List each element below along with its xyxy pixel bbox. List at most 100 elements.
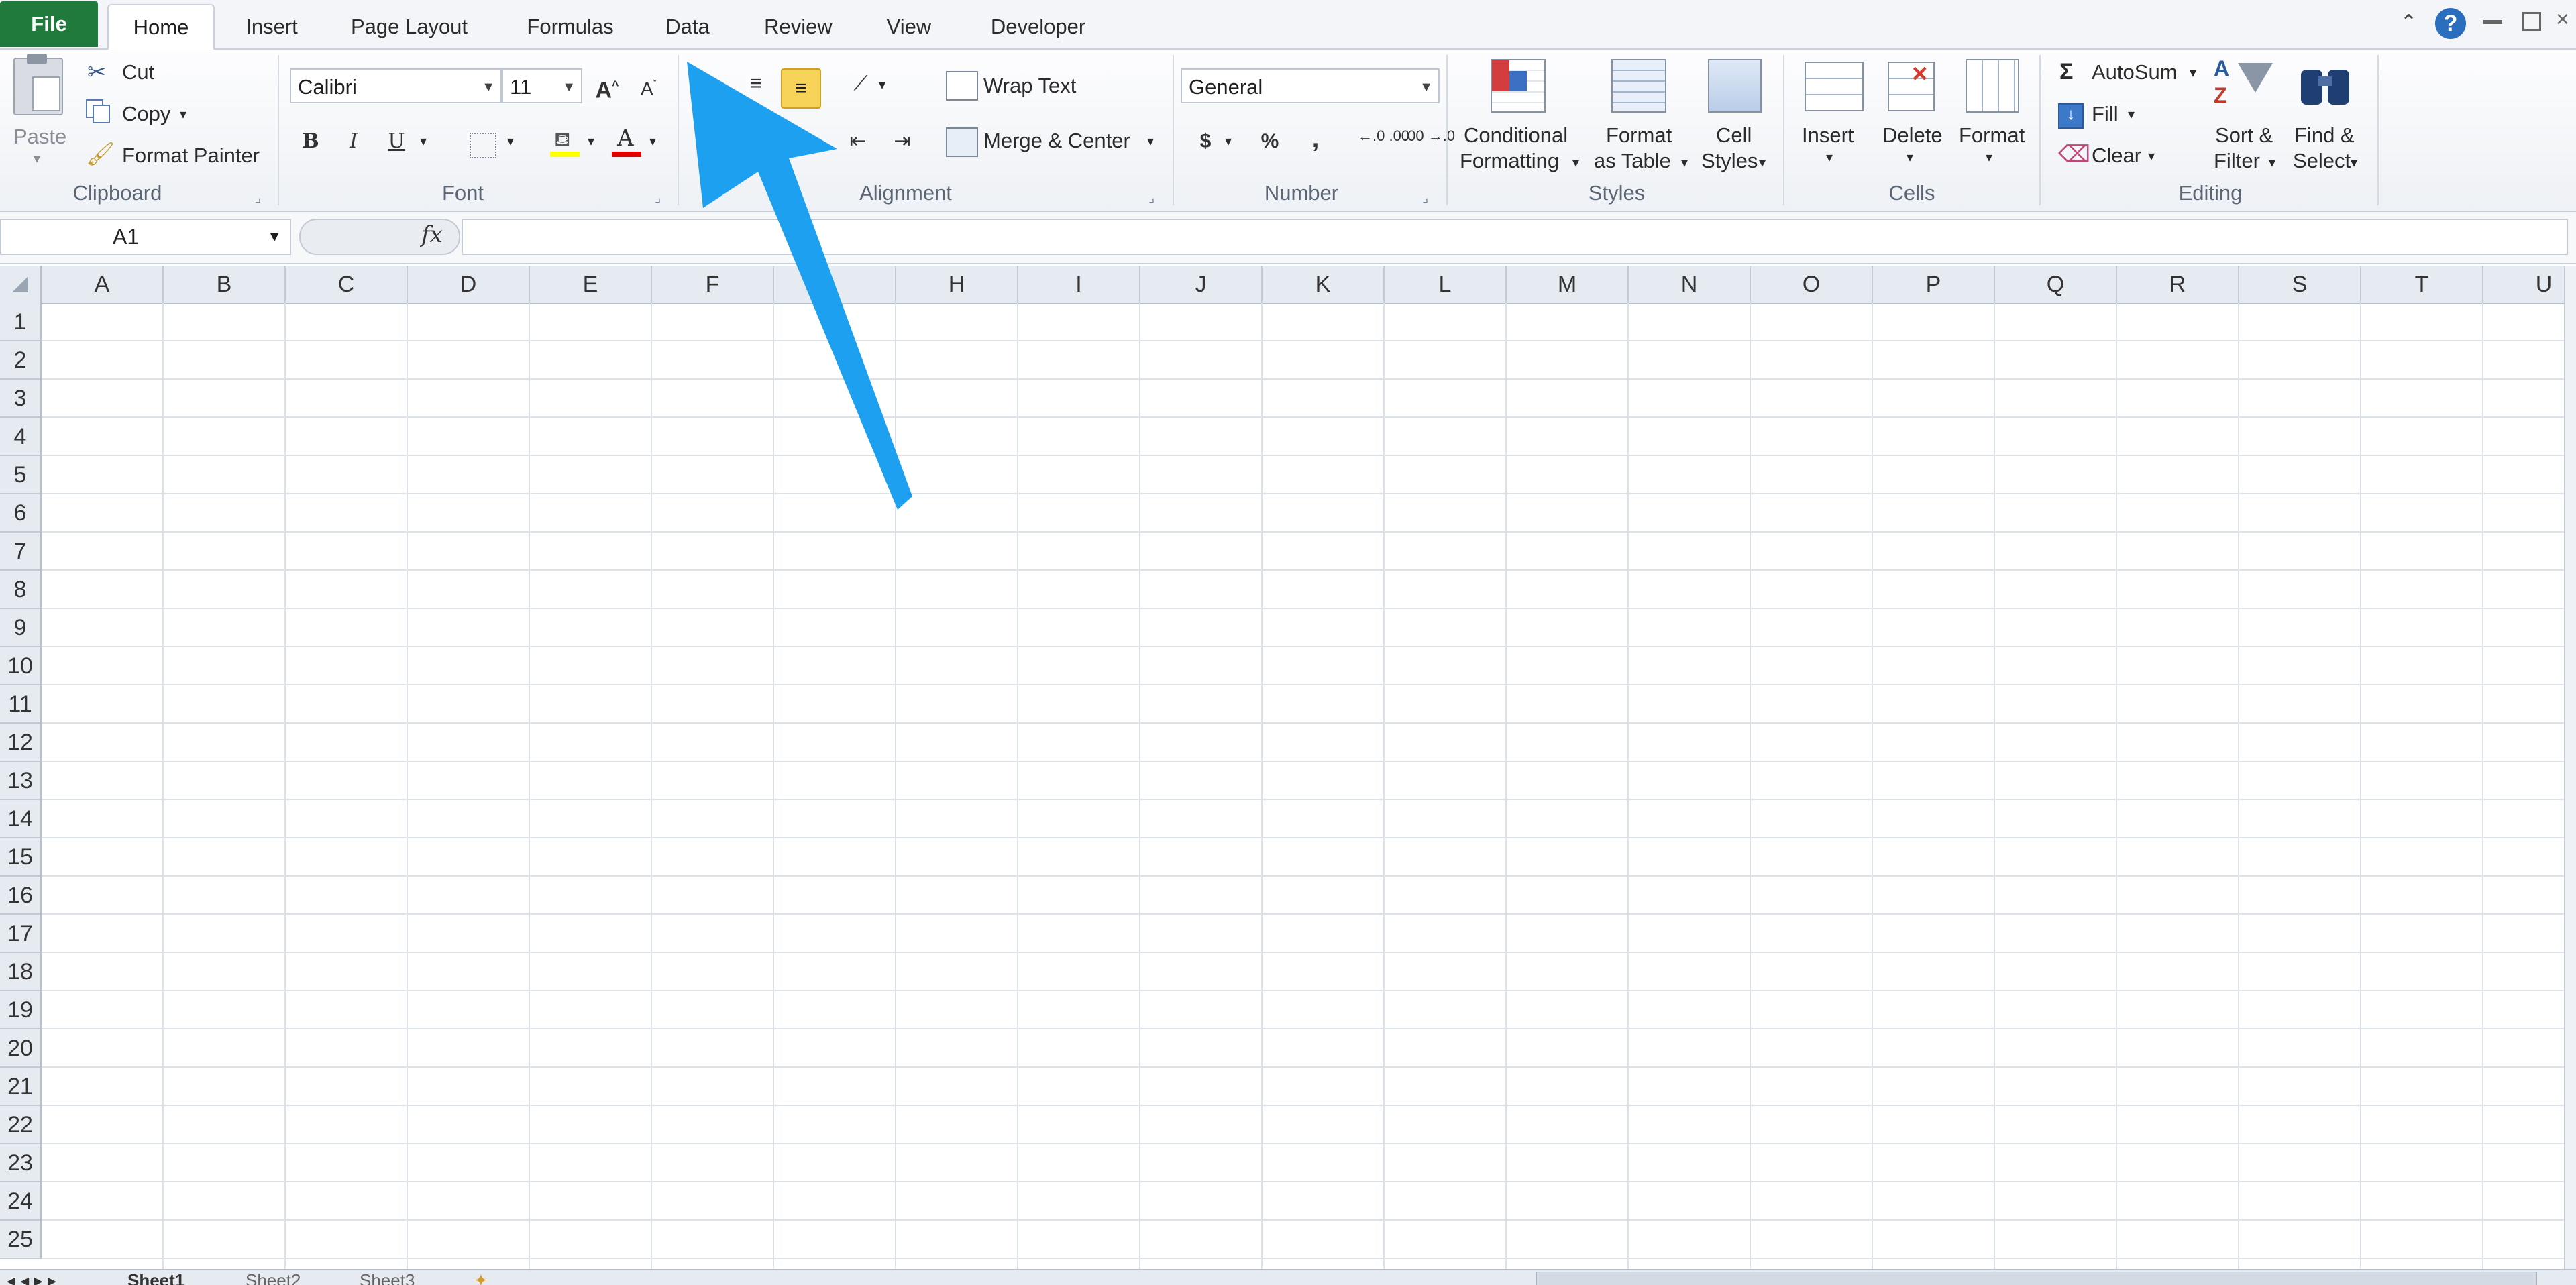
column-header[interactable] [774, 266, 896, 303]
column-header[interactable]: U [2483, 266, 2576, 303]
row-header[interactable]: 25 [0, 1221, 40, 1259]
clipboard-dialog-launcher-icon[interactable]: ⌟ [255, 189, 261, 206]
merge-center-button[interactable]: Merge & Center [983, 129, 1130, 153]
underline-button[interactable]: U [378, 123, 415, 160]
sort-filter-label-2[interactable]: Filter [2214, 149, 2260, 173]
formula-input[interactable] [462, 219, 2568, 255]
column-header[interactable]: Q [1995, 266, 2117, 303]
orientation-icon[interactable]: ⟋ [843, 66, 879, 102]
column-header[interactable]: N [1629, 266, 1751, 303]
delete-button[interactable]: Delete [1882, 123, 1943, 148]
cut-button[interactable]: Cut [122, 60, 154, 85]
row-header[interactable]: 24 [0, 1182, 40, 1221]
column-header[interactable]: P [1873, 266, 1995, 303]
insert-sheet-icon[interactable]: ✦ [474, 1270, 514, 1285]
italic-button[interactable]: I [335, 123, 372, 160]
row-header[interactable]: 12 [0, 724, 40, 762]
find-select-label-2[interactable]: Select [2293, 149, 2351, 173]
row-header[interactable]: 15 [0, 838, 40, 877]
row-header[interactable]: 14 [0, 800, 40, 838]
vertical-scrollbar[interactable] [2564, 266, 2576, 1272]
alignment-dialog-launcher-icon[interactable]: ⌟ [1148, 189, 1155, 206]
align-left-icon[interactable]: ≣ [692, 123, 729, 160]
format-as-table-label-2[interactable]: as Table [1594, 149, 1671, 173]
window-restore-icon[interactable] [2522, 12, 2541, 31]
clear-dropdown-icon[interactable]: ▾ [2148, 148, 2155, 164]
name-box[interactable]: A1 ▼ [0, 219, 291, 255]
tab-page-layout[interactable]: Page Layout [335, 7, 483, 47]
find-select-label[interactable]: Find & [2294, 123, 2355, 148]
tab-view[interactable]: View [872, 7, 946, 47]
fill-color-icon[interactable]: ⛾ [550, 127, 580, 157]
format-painter-button[interactable]: Format Painter [122, 144, 260, 168]
row-header[interactable]: 9 [0, 609, 40, 647]
row-header[interactable]: 11 [0, 685, 40, 724]
currency-dropdown-icon[interactable]: ▾ [1225, 133, 1232, 150]
column-header[interactable]: E [530, 266, 652, 303]
row-header[interactable]: 16 [0, 877, 40, 915]
merge-center-dropdown-icon[interactable]: ▾ [1147, 133, 1154, 150]
column-header[interactable]: J [1140, 266, 1263, 303]
paste-label[interactable]: Paste [13, 125, 66, 149]
column-header[interactable]: T [2361, 266, 2483, 303]
increase-decimal-button[interactable]: ←.0 .00 [1358, 127, 1409, 145]
column-header[interactable]: B [164, 266, 286, 303]
row-header[interactable]: 21 [0, 1068, 40, 1106]
fill-button[interactable]: Fill [2092, 102, 2118, 126]
increase-indent-icon[interactable]: ⇥ [884, 123, 920, 160]
tab-developer[interactable]: Developer [973, 7, 1104, 47]
minimize-ribbon-icon[interactable]: ⌃ [2400, 11, 2417, 34]
row-header[interactable]: 20 [0, 1029, 40, 1068]
fill-color-dropdown-icon[interactable]: ▾ [588, 133, 594, 150]
number-dialog-launcher-icon[interactable]: ⌟ [1422, 189, 1428, 206]
find-select-dropdown-icon[interactable]: ▾ [2351, 154, 2357, 171]
bottom-align-button[interactable]: ≡ [781, 68, 821, 109]
comma-button[interactable]: , [1297, 121, 1334, 157]
sort-filter-label[interactable]: Sort & [2215, 123, 2273, 148]
column-header[interactable]: A [42, 266, 164, 303]
borders-icon[interactable] [470, 133, 496, 158]
font-color-dropdown-icon[interactable]: ▾ [649, 133, 656, 150]
column-header[interactable]: H [896, 266, 1018, 303]
font-dialog-launcher-icon[interactable]: ⌟ [655, 189, 661, 206]
conditional-formatting-label[interactable]: Conditional [1464, 123, 1568, 148]
row-header[interactable]: 13 [0, 762, 40, 800]
insert-dropdown-icon[interactable]: ▾ [1826, 149, 1833, 166]
middle-align-icon[interactable]: ≡ [738, 66, 774, 102]
insert-button[interactable]: Insert [1802, 123, 1854, 148]
row-header[interactable]: 17 [0, 915, 40, 953]
sheet-tab-2[interactable]: Sheet2 [246, 1270, 346, 1285]
percent-button[interactable]: % [1252, 123, 1288, 160]
row-header[interactable]: 3 [0, 380, 40, 418]
row-header[interactable]: 8 [0, 571, 40, 609]
sheet-tab-1[interactable]: Sheet1 [127, 1270, 228, 1285]
decrease-indent-icon[interactable]: ⇤ [840, 123, 876, 160]
column-header[interactable]: O [1751, 266, 1873, 303]
cell-area[interactable] [42, 303, 2576, 1272]
cell-styles-label-2[interactable]: Styles [1701, 149, 1758, 173]
number-format-combo[interactable]: General ▼ [1181, 68, 1440, 103]
conditional-formatting-label-2[interactable]: Formatting [1460, 149, 1559, 173]
window-close-icon[interactable]: × [2556, 7, 2569, 33]
column-header[interactable]: M [1507, 266, 1629, 303]
top-align-icon[interactable]: ≡ [692, 66, 729, 102]
tab-home[interactable]: Home [107, 4, 215, 50]
shrink-font-icon[interactable]: Aˇ [631, 67, 667, 103]
fill-dropdown-icon[interactable]: ▾ [2128, 106, 2135, 123]
tab-data[interactable]: Data [651, 7, 724, 47]
column-header[interactable]: S [2239, 266, 2361, 303]
insert-function-icon[interactable]: fx [421, 221, 443, 248]
column-header[interactable]: L [1385, 266, 1507, 303]
horizontal-scrollbar[interactable] [1536, 1272, 2537, 1285]
tab-insert[interactable]: Insert [228, 7, 315, 47]
column-header[interactable]: K [1263, 266, 1385, 303]
wrap-text-button[interactable]: Wrap Text [983, 74, 1076, 98]
orientation-dropdown-icon[interactable]: ▾ [879, 76, 885, 93]
row-header[interactable]: 22 [0, 1106, 40, 1144]
paste-icon[interactable] [13, 54, 63, 115]
font-name-combo[interactable]: Calibri ▼ [290, 68, 502, 103]
column-header[interactable]: I [1018, 266, 1140, 303]
column-header[interactable]: D [408, 266, 530, 303]
format-as-table-label[interactable]: Format [1606, 123, 1672, 148]
autosum-button[interactable]: AutoSum [2092, 60, 2178, 85]
